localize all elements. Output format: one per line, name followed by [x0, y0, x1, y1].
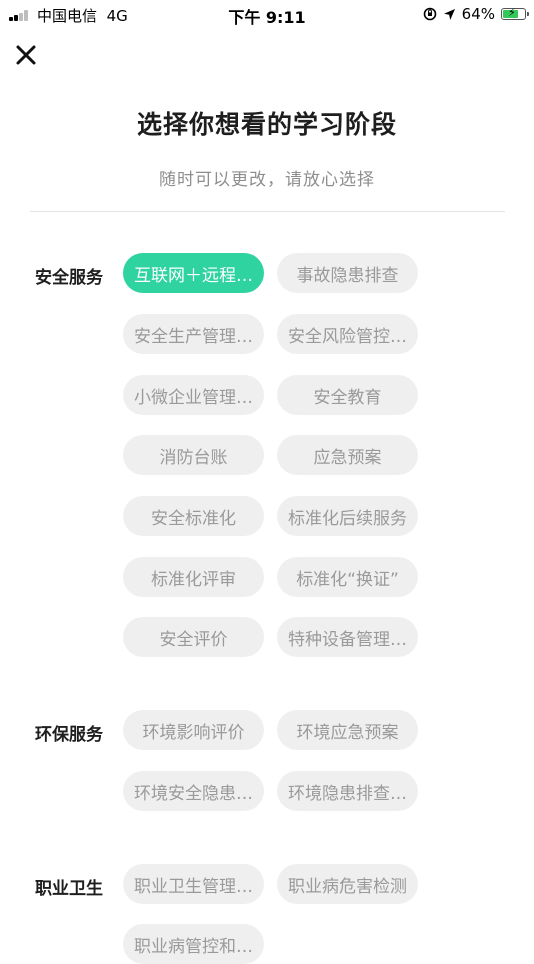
option-label: 小微企业管理… — [134, 387, 253, 408]
battery-percent: 64% — [461, 5, 495, 23]
option-label: 标准化后续服务 — [288, 508, 407, 529]
option-label: 职业病管控和… — [134, 936, 253, 957]
option-chip[interactable]: 安全标准化 — [123, 496, 264, 536]
option-chip[interactable]: 安全风险管控… — [277, 314, 418, 354]
close-button[interactable] — [13, 42, 39, 68]
option-chip[interactable]: 职业病危害检测 — [277, 864, 418, 904]
option-label: 环境影响评价 — [142, 722, 245, 743]
option-chip[interactable]: 职业病管控和… — [123, 924, 264, 964]
charging-bolt-icon: ⚡ — [508, 6, 516, 19]
option-label: 标准化评审 — [151, 569, 236, 590]
option-chip[interactable]: 事故隐患排查 — [277, 253, 418, 293]
orientation-lock-icon — [423, 7, 436, 21]
option-label: 消防台账 — [159, 447, 228, 468]
option-chip[interactable]: 标准化评审 — [123, 557, 264, 597]
page-subtitle: 随时可以更改，请放心选择 — [159, 170, 375, 190]
option-chip[interactable]: 环境影响评价 — [123, 710, 264, 750]
option-chip[interactable]: 特种设备管理… — [277, 617, 418, 657]
option-label: 职业病危害检测 — [288, 876, 407, 897]
option-chip[interactable]: 职业卫生管理… — [123, 864, 264, 904]
close-icon — [16, 45, 36, 65]
option-chip[interactable]: 安全评价 — [123, 617, 264, 657]
option-label: 安全标准化 — [151, 508, 236, 529]
option-chip[interactable]: 安全教育 — [277, 375, 418, 415]
status-right: 64% ⚡ — [423, 4, 529, 24]
location-arrow-icon — [443, 8, 455, 20]
option-label: 环境应急预案 — [296, 722, 399, 743]
page-title: 选择你想看的学习阶段 — [136, 110, 397, 139]
option-label: 安全风险管控… — [288, 326, 407, 347]
option-label: 环境安全隐患… — [134, 783, 253, 804]
divider — [30, 211, 505, 212]
option-label: 特种设备管理… — [288, 629, 407, 650]
option-label: 职业卫生管理… — [134, 876, 253, 897]
option-chip[interactable]: 消防台账 — [123, 435, 264, 475]
battery-icon: ⚡ — [501, 6, 529, 20]
option-chip[interactable]: 标准化“换证” — [277, 557, 418, 597]
status-bar: 中国电信 4G 下午 9:11 64% ⚡ — [0, 0, 534, 28]
option-chip[interactable]: 应急预案 — [277, 435, 418, 475]
option-label: 应急预案 — [313, 447, 382, 468]
option-chip[interactable]: 互联网＋远程… — [123, 253, 264, 293]
section-label-occupational-health: 职业卫生 — [35, 879, 103, 899]
option-label: 安全生产管理… — [134, 326, 253, 347]
option-label: 标准化“换证” — [296, 569, 399, 590]
option-chip[interactable]: 环境隐患排查… — [277, 771, 418, 811]
option-label: 安全教育 — [313, 387, 382, 408]
option-chip[interactable]: 环境安全隐患… — [123, 771, 264, 811]
option-chip[interactable]: 环境应急预案 — [277, 710, 418, 750]
option-label: 互联网＋远程… — [134, 265, 253, 286]
option-chip[interactable]: 安全生产管理… — [123, 314, 264, 354]
option-chip[interactable]: 标准化后续服务 — [277, 496, 418, 536]
option-label: 环境隐患排查… — [288, 783, 407, 804]
option-chip[interactable]: 小微企业管理… — [123, 375, 264, 415]
section-label-safety-services: 安全服务 — [35, 268, 103, 288]
option-label: 安全评价 — [159, 629, 228, 650]
option-label: 事故隐患排查 — [296, 265, 399, 286]
section-label-environmental-services: 环保服务 — [35, 725, 103, 745]
